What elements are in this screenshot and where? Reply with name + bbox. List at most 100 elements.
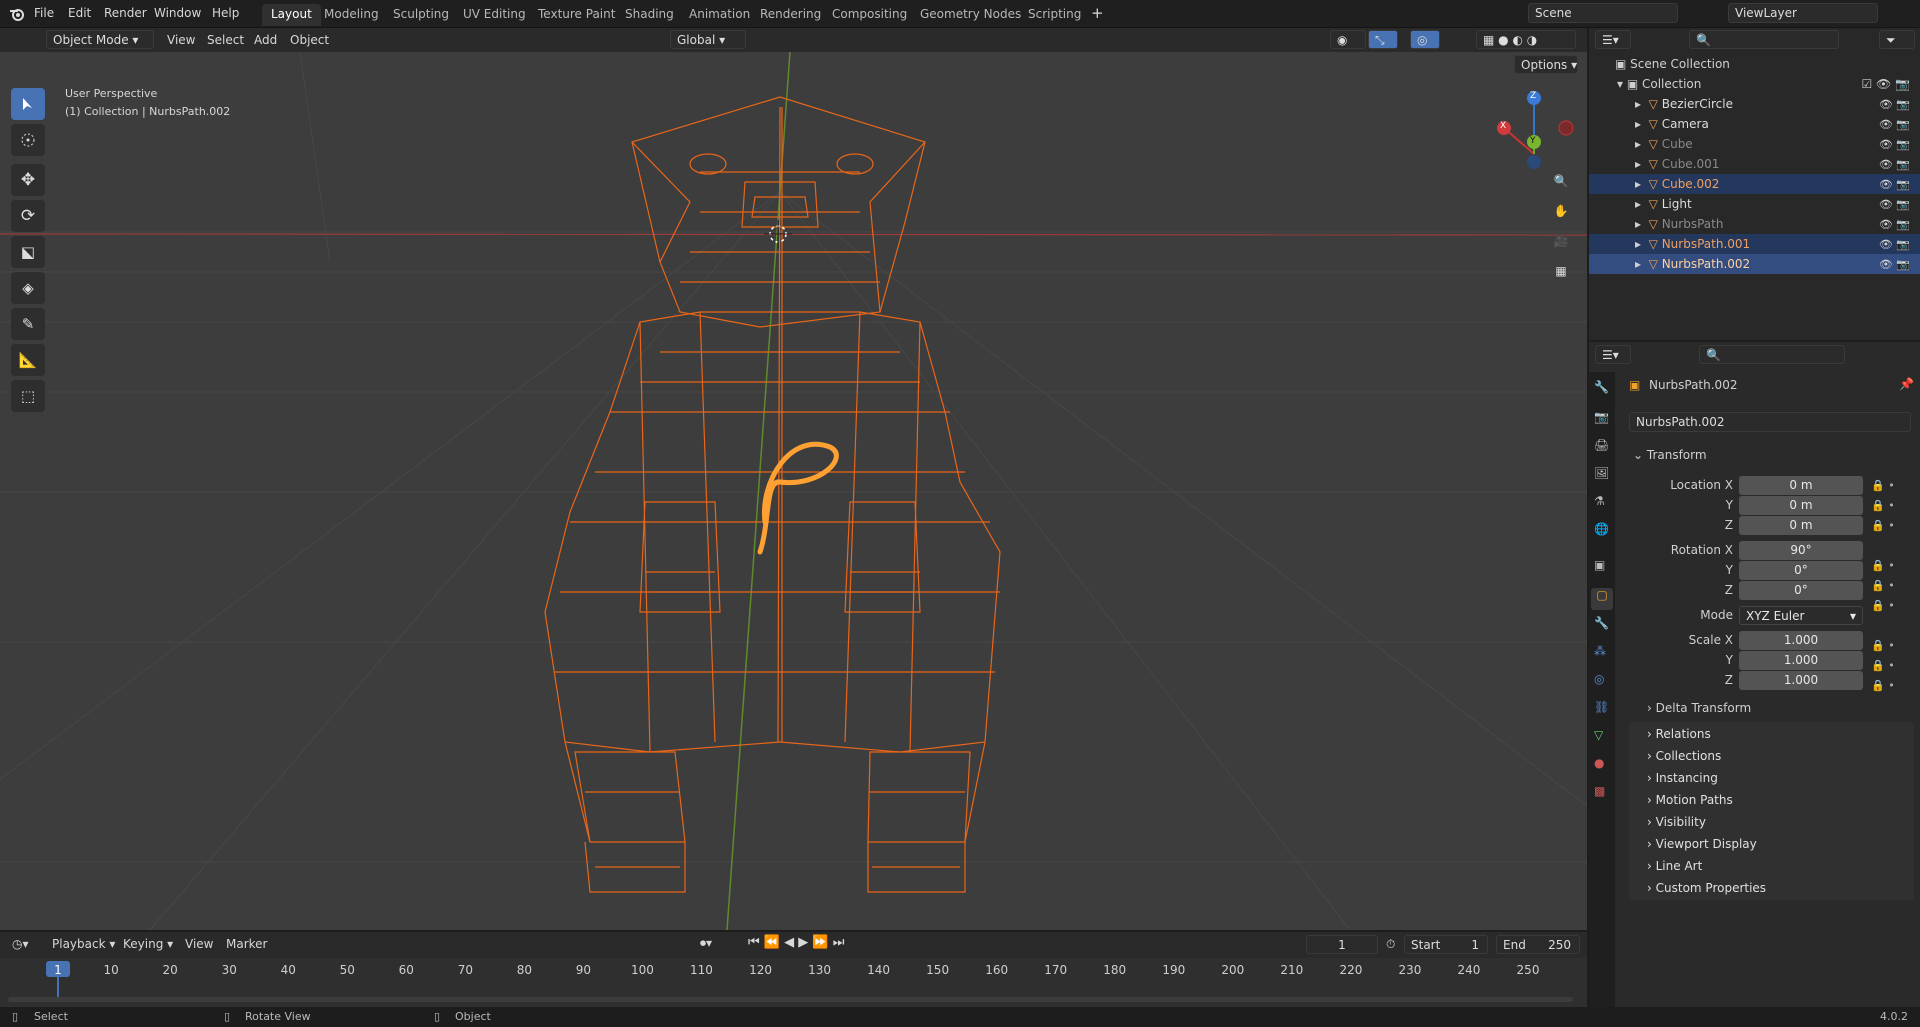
scale-tool-icon[interactable]: ⬕ (11, 236, 45, 268)
ortho-toggle-icon[interactable]: ▦ (1548, 258, 1574, 284)
scene-tab-icon[interactable]: ⚗ (1594, 494, 1605, 508)
options-dropdown[interactable]: Options ▾ (1514, 55, 1578, 74)
panel-line-art[interactable]: › Line Art (1629, 854, 1914, 878)
menu-select[interactable]: Select (207, 33, 244, 47)
overlay-toggle-icon[interactable]: ◎ (1410, 30, 1440, 49)
menu-add[interactable]: Add (254, 33, 277, 47)
orientation-selector[interactable]: Global ▾ (670, 30, 746, 49)
expand-arrow-icon[interactable]: ▸ (1635, 217, 1649, 231)
panel-visibility[interactable]: › Visibility (1629, 810, 1914, 834)
visibility-icons[interactable]: 👁 📷 (1879, 98, 1910, 111)
scale-z-field[interactable]: 1.000 (1739, 671, 1863, 690)
blender-logo-icon[interactable] (9, 6, 25, 22)
menu-keying[interactable]: Keying ▾ (123, 937, 173, 951)
scale-y-field[interactable]: 1.000 (1739, 651, 1863, 670)
collection-row[interactable]: ▾ ▣ Collection ☑ 👁 📷 (1589, 74, 1920, 94)
outliner-item[interactable]: ▸ ▽ BezierCircle 👁 📷 (1589, 94, 1920, 114)
shading-modes[interactable]: ▦ ● ◐ ◑ (1476, 30, 1576, 49)
menu-render[interactable]: Render (104, 6, 147, 20)
expand-arrow-icon[interactable]: ▸ (1635, 197, 1649, 211)
outliner-search-input[interactable]: 🔍 (1689, 30, 1839, 49)
collection-tab-icon[interactable]: ▣ (1594, 558, 1605, 572)
add-workspace-icon[interactable]: + (1091, 4, 1104, 22)
outliner-item[interactable]: ▸ ▽ Cube 👁 📷 (1589, 134, 1920, 154)
properties-type-icon[interactable]: ☰▾ (1595, 345, 1631, 364)
panel-motion-paths[interactable]: › Motion Paths (1629, 788, 1914, 812)
tab-animation[interactable]: Animation (680, 4, 759, 26)
add-cube-tool-icon[interactable]: ⬚ (11, 380, 45, 412)
output-tab-icon[interactable]: 🖨 (1594, 438, 1609, 452)
menu-file[interactable]: File (34, 6, 54, 20)
visibility-icons[interactable]: 👁 📷 (1879, 178, 1910, 191)
visibility-icons[interactable]: 👁 📷 (1879, 218, 1910, 231)
tab-geometry-nodes[interactable]: Geometry Nodes (911, 4, 1030, 26)
record-button[interactable]: ⏺▾ (700, 936, 712, 951)
expand-arrow-icon[interactable]: ▸ (1635, 177, 1649, 191)
outliner-item[interactable]: ▸ ▽ NurbsPath 👁 📷 (1589, 214, 1920, 234)
object-tab-icon[interactable]: ▢ (1591, 588, 1613, 610)
outliner-item[interactable]: ▸ ▽ Light 👁 📷 (1589, 194, 1920, 214)
panel-relations[interactable]: › Relations (1629, 722, 1914, 746)
cursor-tool-icon[interactable] (11, 124, 45, 156)
expand-arrow-icon[interactable]: ▸ (1635, 157, 1649, 171)
outliner-item[interactable]: ▸ ▽ Cube.002 👁 📷 (1589, 174, 1920, 194)
view-layer-selector[interactable]: ViewLayer (1728, 3, 1878, 23)
tab-modeling[interactable]: Modeling (315, 4, 388, 26)
select-tool-icon[interactable] (11, 88, 45, 120)
properties-search-input[interactable]: 🔍 (1699, 345, 1845, 364)
outliner-item[interactable]: ▸ ▽ NurbsPath.002 👁 📷 (1589, 254, 1920, 274)
modifier-tab-icon[interactable]: 🔧 (1594, 616, 1609, 630)
filter-icon[interactable]: ⏷ (1879, 30, 1915, 49)
end-frame-field[interactable]: End 250 (1496, 935, 1580, 954)
rotation-mode-select[interactable]: XYZ Euler ▾ (1739, 606, 1863, 625)
delta-transform-header[interactable]: › Delta Transform (1647, 701, 1751, 715)
measure-tool-icon[interactable]: 📐 (11, 344, 45, 376)
tab-compositing[interactable]: Compositing (823, 4, 916, 26)
menu-window[interactable]: Window (154, 6, 201, 20)
lock-icons[interactable]: 🔒 • 🔒 • 🔒 • 🔒 • 🔒 • 🔒 • 🔒 • 🔒 • 🔒 • (1871, 476, 1911, 692)
outliner-item[interactable]: ▸ ▽ NurbsPath.001 👁 📷 (1589, 234, 1920, 254)
tab-shading[interactable]: Shading (616, 4, 683, 26)
transform-panel-header[interactable]: ⌄ Transform (1633, 448, 1707, 462)
collection-visibility-icons[interactable]: ☑ 👁 📷 (1861, 77, 1910, 91)
pin-icon[interactable]: 📌 (1899, 377, 1914, 391)
panel-instancing[interactable]: › Instancing (1629, 766, 1914, 790)
3d-viewport[interactable]: User Perspective (1) Collection | NurbsP… (0, 52, 1587, 930)
rotate-tool-icon[interactable]: ⟳ (11, 200, 45, 232)
object-name-field[interactable]: NurbsPath.002 (1629, 412, 1911, 432)
start-frame-field[interactable]: Start 1 (1404, 935, 1488, 954)
expand-arrow-icon[interactable]: ▸ (1635, 137, 1649, 151)
rotation-x-field[interactable]: 90° (1739, 541, 1863, 560)
menu-edit[interactable]: Edit (68, 6, 91, 20)
tab-scripting[interactable]: Scripting (1019, 4, 1090, 26)
visibility-icons[interactable]: 👁 📷 (1879, 238, 1910, 251)
menu-marker[interactable]: Marker (226, 937, 267, 951)
menu-view[interactable]: View (167, 33, 195, 47)
transform-tool-icon[interactable]: ◈ (11, 272, 45, 304)
panel-viewport-display[interactable]: › Viewport Display (1629, 832, 1914, 856)
scene-collection-row[interactable]: ▣ Scene Collection (1589, 54, 1920, 74)
menu-help[interactable]: Help (212, 6, 239, 20)
current-frame-field[interactable]: 1 (1306, 935, 1378, 954)
expand-arrow-icon[interactable]: ▸ (1635, 97, 1649, 111)
outliner-type-icon[interactable]: ☰▾ (1595, 30, 1631, 49)
visibility-icons[interactable]: 👁 📷 (1879, 198, 1910, 211)
zoom-icon[interactable]: 🔍 (1548, 168, 1574, 194)
expand-arrow-icon[interactable]: ▸ (1635, 257, 1649, 271)
expand-arrow-icon[interactable]: ▸ (1635, 117, 1649, 131)
annotate-tool-icon[interactable]: ✎ (11, 308, 45, 340)
material-tab-icon[interactable]: ● (1594, 756, 1604, 770)
gizmo-toggle-icon[interactable]: ⤡ (1368, 30, 1398, 49)
visibility-icon[interactable]: ◉ (1330, 30, 1366, 49)
constraints-tab-icon[interactable]: ⛓ (1594, 700, 1609, 714)
menu-timeline-view[interactable]: View (185, 937, 213, 951)
tab-texture-paint[interactable]: Texture Paint (529, 4, 624, 26)
texture-tab-icon[interactable]: ▩ (1594, 784, 1605, 798)
move-tool-icon[interactable]: ✥ (11, 164, 45, 196)
world-tab-icon[interactable]: 🌐 (1594, 522, 1609, 536)
visibility-icons[interactable]: 👁 📷 (1879, 258, 1910, 271)
pan-hand-icon[interactable]: ✋ (1548, 198, 1574, 224)
scene-selector[interactable]: Scene (1528, 3, 1678, 23)
render-tab-icon[interactable]: 📷 (1594, 410, 1609, 424)
outliner-item[interactable]: ▸ ▽ Cube.001 👁 📷 (1589, 154, 1920, 174)
